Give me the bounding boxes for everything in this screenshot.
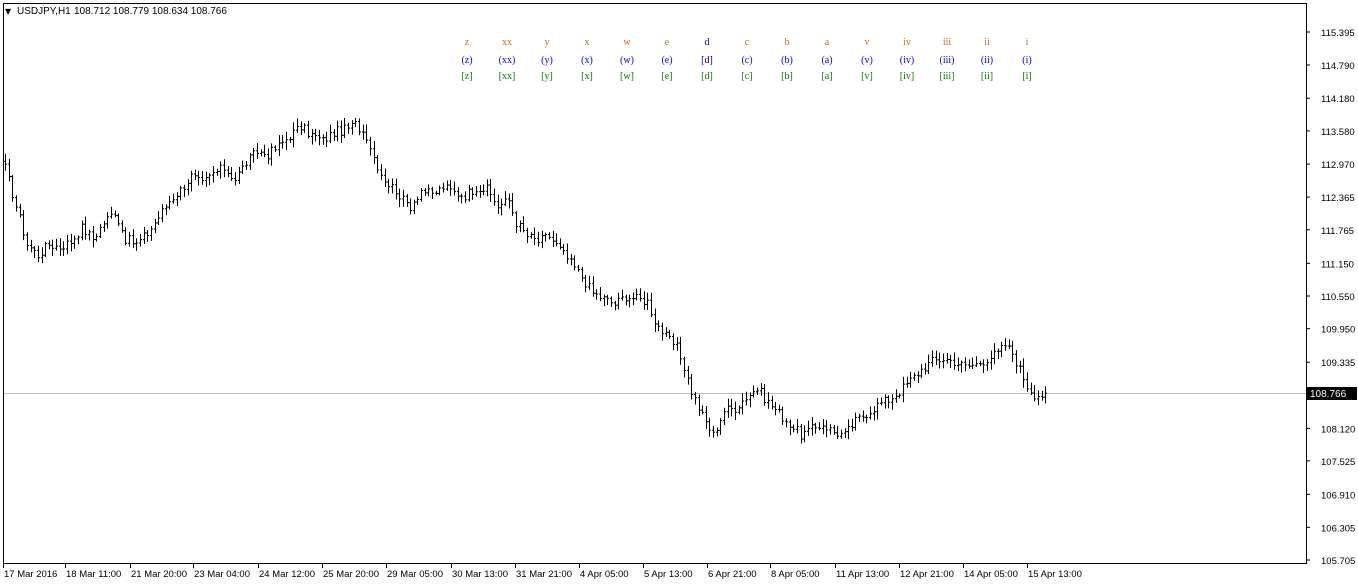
wave-label[interactable]: xx (502, 37, 512, 48)
wave-label[interactable]: c (745, 37, 750, 48)
wave-label[interactable]: [i] (1022, 71, 1031, 82)
symbol-label: USDJPY,H1 (17, 6, 71, 17)
wave-label[interactable]: [xx] (499, 71, 516, 82)
wave-label[interactable]: z (465, 37, 470, 48)
wave-label[interactable]: v (865, 37, 870, 48)
y-tick-label: 107.525 (1321, 457, 1355, 468)
chart-background (0, 0, 1358, 584)
y-tick-label: 112.970 (1321, 160, 1355, 171)
wave-label[interactable]: [a] (821, 71, 832, 82)
wave-label[interactable]: [x] (581, 71, 593, 82)
x-tick-label: 25 Mar 20:00 (323, 569, 379, 580)
x-tick-label: 24 Mar 12:00 (259, 569, 315, 580)
wave-label[interactable]: iii (943, 37, 952, 48)
y-tick-label: 114.180 (1321, 94, 1355, 105)
wave-label[interactable]: x (585, 37, 590, 48)
x-tick-label: 23 Mar 04:00 (194, 569, 250, 580)
y-tick-label: 112.365 (1321, 193, 1355, 204)
y-tick-label: 106.910 (1321, 490, 1355, 501)
y-tick-label: 111.765 (1321, 226, 1354, 237)
wave-label[interactable]: [d] (701, 55, 713, 66)
wave-label[interactable]: [c] (741, 71, 752, 82)
wave-label-panel: z xx y x w e d c b a v iv iii ii i(z) (xx) (y) (x) (w) (e)[… (461, 37, 1031, 82)
collapse-arrow-icon[interactable]: ▼ (5, 7, 12, 16)
wave-label[interactable]: (ii) (981, 55, 993, 66)
y-tick-label: 111.150 (1321, 259, 1354, 270)
x-tick-label: 11 Apr 13:00 (836, 569, 889, 580)
y-tick-label: 115.395 (1321, 28, 1355, 39)
current-price-tag: 108.766 (1307, 387, 1357, 400)
wave-label[interactable]: (a) (821, 55, 832, 66)
x-tick-label: 8 Apr 05:00 (771, 569, 820, 580)
price-chart[interactable]: 115.395 114.790 114.180 113.580 112.970 112.3… (0, 0, 1358, 584)
wave-label[interactable]: a (825, 37, 830, 48)
wave-label[interactable]: (y) (541, 55, 553, 66)
wave-label[interactable]: [d] (701, 71, 713, 82)
wave-label[interactable]: [w] (620, 71, 634, 82)
wave-label[interactable]: [iii] (940, 71, 955, 82)
x-tick-label: 6 Apr 21:00 (708, 569, 757, 580)
wave-label[interactable]: iv (903, 37, 911, 48)
wave-label[interactable]: (x) (581, 55, 593, 66)
x-tick-label: 12 Apr 21:00 (900, 569, 954, 580)
y-tick-label: 108.120 (1321, 424, 1355, 435)
wave-label[interactable]: b (785, 37, 790, 48)
wave-label[interactable]: i (1026, 37, 1029, 48)
current-price-tag-text: 108.766 (1310, 389, 1347, 400)
x-tick-label: 18 Mar 11:00 (66, 569, 121, 580)
wave-label[interactable]: e (665, 37, 670, 48)
wave-label[interactable]: [ii] (981, 71, 993, 82)
x-tick-label: 29 Mar 05:00 (387, 569, 443, 580)
y-tick-label: 109.950 (1321, 325, 1355, 336)
wave-label[interactable]: y (545, 37, 550, 48)
wave-label[interactable]: (iv) (900, 55, 914, 66)
y-tick-label: 110.550 (1321, 292, 1355, 303)
wave-label[interactable]: [v] (861, 71, 873, 82)
ohlc-readout: 108.712 108.779 108.634 108.766 (74, 6, 227, 17)
wave-label[interactable]: d (705, 37, 710, 48)
wave-label[interactable]: [iv] (900, 71, 914, 82)
x-tick-label: 4 Apr 05:00 (580, 569, 629, 580)
wave-label[interactable]: (e) (661, 55, 672, 66)
wave-label[interactable]: [e] (661, 71, 672, 82)
wave-label[interactable]: w (623, 37, 631, 48)
wave-label[interactable]: (w) (620, 55, 634, 66)
wave-label[interactable]: (i) (1022, 55, 1031, 66)
x-tick-label: 30 Mar 13:00 (452, 569, 508, 580)
x-tick-label: 17 Mar 2016 (4, 569, 57, 580)
wave-label[interactable]: (b) (781, 55, 793, 66)
wave-label[interactable]: (iii) (940, 55, 955, 66)
x-tick-label: 31 Mar 21:00 (516, 569, 572, 580)
wave-label[interactable]: ii (984, 37, 990, 48)
wave-label[interactable]: [y] (541, 71, 553, 82)
wave-label[interactable]: (z) (461, 55, 472, 66)
wave-label[interactable]: [z] (461, 71, 472, 82)
x-tick-label: 14 Apr 05:00 (964, 569, 1018, 580)
chart-header: ▼ USDJPY,H1 108.712 108.779 108.634 108.… (5, 6, 227, 17)
wave-label[interactable]: [b] (781, 71, 793, 82)
y-tick-label: 114.790 (1321, 61, 1355, 72)
wave-label[interactable]: (xx) (499, 55, 516, 66)
y-tick-label: 105.705 (1321, 556, 1355, 567)
y-tick-label: 109.335 (1321, 358, 1355, 369)
wave-label[interactable]: (c) (741, 55, 752, 66)
x-tick-label: 5 Apr 13:00 (644, 569, 693, 580)
x-tick-label: 15 Apr 13:00 (1028, 569, 1082, 580)
wave-label[interactable]: (v) (861, 55, 873, 66)
y-tick-label: 113.580 (1321, 127, 1355, 138)
y-tick-label: 106.305 (1321, 523, 1355, 534)
x-tick-label: 21 Mar 20:00 (131, 569, 187, 580)
